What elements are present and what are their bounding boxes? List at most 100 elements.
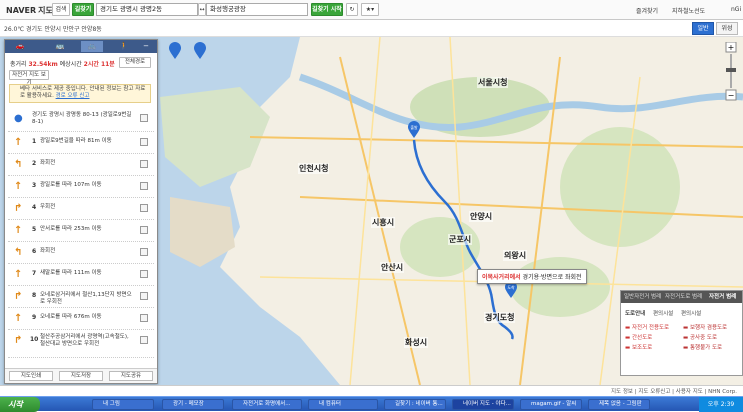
map-label: 인천시청 [298,163,330,174]
taskbar-item[interactable]: 자전거로 화명에서... [232,399,302,410]
route-step[interactable]: ↑ 5 안서로를 따라 253m 이동 [8,220,154,242]
route-step[interactable]: ↑ 9 오네로를 따라 676m 이동 [8,308,154,330]
route-steps: ● 경기도 광명시 광명동 80-13 (광일로9번길 8-1) ↑ 1 광일로9번… [8,108,154,358]
weather-text: 26.0℃ 경기도 안양시 만안구 안양8동 [4,26,102,33]
panel-footer: 지도인쇄 지도저장 지도공유 [5,368,157,383]
transit-mode-icon[interactable]: 🚌 [49,41,71,52]
route-step[interactable]: ↰ 6 좌회전 [8,242,154,264]
highway [249,136,743,148]
left-turn-icon: ↰ [14,159,23,170]
svg-text:−: − [728,91,735,100]
legend-item: ▬ 공사중 도로 [683,335,718,341]
share-map-button[interactable]: 지도공유 [109,371,153,381]
map-label: 시흥시 [371,217,396,228]
legend-tab[interactable]: 자전거도로 범례 [665,292,702,302]
legend-tab[interactable]: 자전거 범례 [709,292,736,302]
taskbar-item[interactable]: 광기 - 메모장 [162,399,224,410]
legend-panel: 일반자전거 범례 자전거도로 범례 자전거 범례 도로안내 편의시설 편의시설 … [620,290,743,376]
start-button[interactable]: 시작 [0,397,40,412]
svg-text:도착: 도착 [507,284,515,290]
all-route-button[interactable]: 전체경로 [119,57,151,68]
copyright-text: 지도 정보 | 지도 오류신고 | 사용자 지도 | NHN Corp. [610,389,737,395]
camera-icon[interactable] [140,226,148,234]
straight-arrow-icon: ↑ [14,313,23,324]
subway-map-link[interactable]: 지하철노선도 [672,6,705,15]
camera-icon[interactable] [140,270,148,278]
taskbar-item[interactable]: magam.gif - 알씨 [520,399,582,410]
minimize-icon[interactable]: − [139,41,153,52]
top-toolbar: NAVER 지도 검색 길찾기 경기도 광명시 광명2동 ↔ 화성행궁광장 길찾기… [0,0,743,20]
transport-mode-tabs: 🚗 🚌 🚲 🚶 − [5,40,157,53]
taskbar-item[interactable]: 내 그림 [92,399,154,410]
route-step[interactable]: ↱ 8 오네로삼거리에서 철산1,13단지 방면으로 우회전 [8,286,154,308]
refresh-icon[interactable]: ↻ [346,3,358,16]
camera-icon[interactable] [140,292,148,300]
map-label: 서울시청 [477,77,509,88]
camera-icon[interactable] [140,182,148,190]
bike-map-toggle[interactable]: 자전거 지도 보기 [9,70,49,86]
route-start-button[interactable]: 길찾기 시작 [311,3,343,16]
star-icon[interactable]: ★▾ [361,3,379,16]
save-map-button[interactable]: 지도저장 [59,371,103,381]
origin-input[interactable]: 경기도 광명시 광명2동 [96,3,198,16]
start-step[interactable]: ● 경기도 광명시 광명동 80-13 (광일로9번길 8-1) [8,108,154,132]
route-step[interactable]: ↑ 7 새말로를 따라 111m 이동 [8,264,154,286]
camera-icon[interactable] [140,160,148,168]
taskbar-item[interactable]: 내 컴퓨터 [308,399,378,410]
straight-arrow-icon: ↑ [14,269,23,280]
camera-icon[interactable] [140,336,148,344]
right-turn-icon: ↱ [14,291,23,302]
route-step[interactable]: ↰ 2 좌회전 [8,154,154,176]
legend-item: ▬ 자전거 전용도로 [625,325,670,331]
swap-icon[interactable]: ↔ [198,3,206,16]
layer-satellite-button[interactable]: 위성 [716,22,738,35]
map-label: 안산시 [380,262,405,273]
route-callout: 이목사거리에서 경기용·방면으로 좌회전 [477,269,587,284]
search-tab[interactable]: 검색 [52,3,70,16]
camera-icon[interactable] [140,314,148,322]
camera-icon[interactable] [140,138,148,146]
walk-mode-icon[interactable]: 🚶 [113,41,135,52]
route-summary: 총거리 32.54km 예상시간 2시간 11분 [10,61,115,68]
zoom-control[interactable]: + − [723,41,739,102]
route-step[interactable]: ↑ 3 광일로를 따라 107m 이동 [8,176,154,198]
naver-logo[interactable]: NAVER 지도 [4,5,53,16]
report-link[interactable]: 경로 오류 신고 [56,93,90,99]
route-tab[interactable]: 길찾기 [72,3,94,16]
legend-item: ▬ 보조도로 [625,345,653,351]
origin-marker-icon[interactable] [168,42,182,60]
legend-item: ▬ 간선도로 [625,335,653,341]
taskbar-item[interactable]: 네이버 지도 - 야다... [452,399,514,410]
destination-input[interactable]: 화성행궁광장 [206,3,308,16]
car-mode-icon[interactable]: 🚗 [9,41,31,52]
legend-item: ▬ 보행자 겸용도로 [683,325,728,331]
destination-marker-icon[interactable] [193,42,207,60]
legend-tab[interactable]: 일반자전거 범례 [624,292,661,302]
route-step[interactable]: ↑ 1 광일로9번길을 따라 81m 이동 [8,132,154,154]
start-pin[interactable]: 출발 [407,121,421,139]
legend-subtab[interactable]: 도로안내 [625,309,645,317]
weather-row: 26.0℃ 경기도 안양시 만안구 안양8동 [0,20,743,37]
beta-notice: 베타 서비스로 제공 중입니다. 안내된 정보는 참고 자료로 활용하세요. 경… [9,84,151,103]
route-step[interactable]: ↱ 10 철산주공삼거리에서 광명역(고속철도), 철산대교 방면으로 우회전 [8,330,154,358]
straight-arrow-icon: ↑ [14,225,23,236]
taskbar-item[interactable]: 길찾기 : 네이버 통... [384,399,446,410]
route-step[interactable]: ↱ 4 우회전 [8,198,154,220]
right-turn-icon: ↱ [14,203,23,214]
start-pin-icon: ● [14,113,23,124]
svg-text:+: + [728,43,735,52]
camera-icon[interactable] [140,204,148,212]
layer-normal-button[interactable]: 일반 [692,22,714,35]
camera-icon[interactable] [140,114,148,122]
favorites-link[interactable]: 즐겨찾기 [636,6,658,15]
hill-area [510,257,610,317]
legend-item: ▬ 통행불가 도로 [683,345,723,351]
taskbar-item[interactable]: 제목 없음 - 그림판 [588,399,650,410]
legend-subtab[interactable]: 편의시설 [681,309,701,317]
print-map-button[interactable]: 지도인쇄 [9,371,53,381]
ngi-link[interactable]: nGi [731,6,741,13]
route-panel: 🚗 🚌 🚲 🚶 − 총거리 32.54km 예상시간 2시간 11분 전체경로 … [4,39,158,384]
camera-icon[interactable] [140,248,148,256]
legend-subtab[interactable]: 편의시설 [653,309,673,317]
bike-mode-icon[interactable]: 🚲 [81,41,103,52]
